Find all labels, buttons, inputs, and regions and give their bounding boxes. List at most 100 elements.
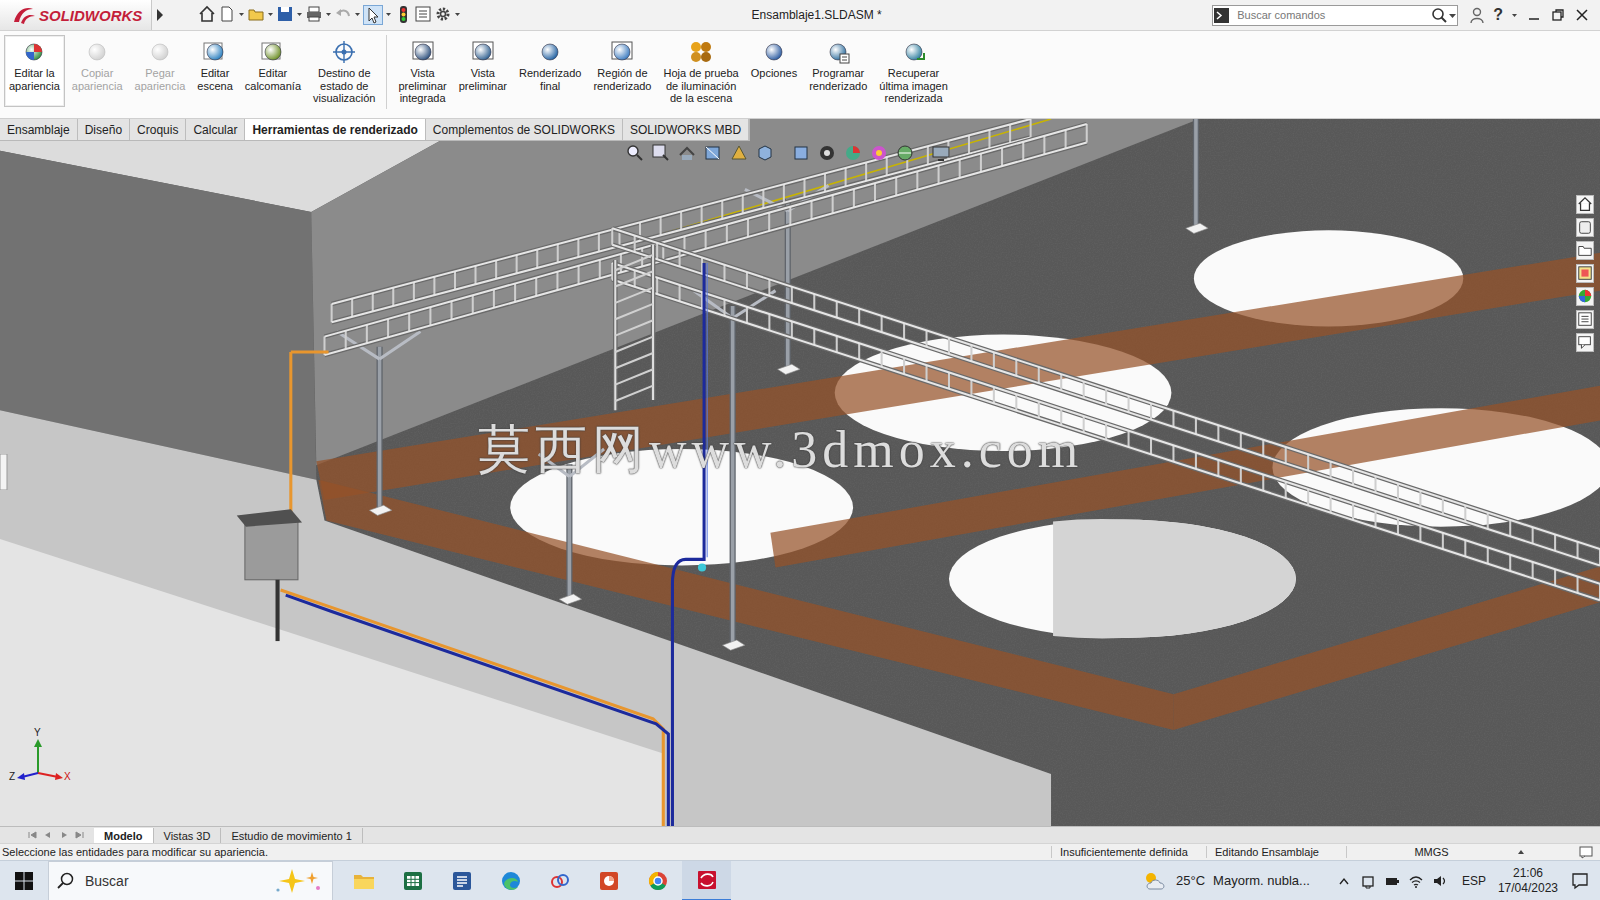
clock[interactable]: 21:0617/04/2023 — [1494, 866, 1562, 896]
user-icon[interactable] — [1469, 6, 1485, 24]
dropdown-icon[interactable] — [1448, 6, 1457, 24]
edit-appearance-icon[interactable] — [843, 143, 863, 163]
taskbar-search-input[interactable] — [85, 873, 264, 889]
ribbon-button[interactable]: Renderizadofinal — [514, 35, 586, 107]
dynamic-annotation-icon[interactable] — [729, 143, 749, 163]
previous-view-icon[interactable] — [677, 143, 697, 163]
search-input[interactable] — [1231, 9, 1430, 21]
taskbar-app[interactable] — [535, 861, 584, 900]
home-icon[interactable] — [198, 5, 216, 25]
weather-temperature[interactable]: 25°C — [1176, 873, 1205, 888]
view-orientation-icon[interactable] — [755, 143, 775, 163]
rebuild-icon[interactable] — [394, 5, 412, 25]
restore-icon[interactable] — [1550, 7, 1566, 23]
expand-menu-icon[interactable] — [155, 6, 165, 24]
hide-show-icon[interactable] — [817, 143, 837, 163]
taskbar-app[interactable] — [437, 861, 486, 900]
magnifier-icon[interactable] — [1430, 6, 1448, 24]
wifi-icon[interactable] — [1408, 873, 1424, 889]
model-tab[interactable]: Vistas 3D — [154, 828, 222, 843]
dropdown-icon[interactable] — [354, 5, 361, 25]
command-search[interactable] — [1212, 5, 1458, 26]
volume-icon[interactable] — [1432, 873, 1448, 889]
taskbar-app[interactable] — [486, 861, 535, 900]
tab-navigation-icon[interactable] — [26, 828, 88, 842]
minimize-icon[interactable] — [1526, 7, 1542, 23]
show-hidden-icons-icon[interactable] — [1336, 873, 1352, 889]
view-settings-icon[interactable] — [895, 143, 915, 163]
dropdown-icon[interactable] — [296, 5, 303, 25]
ribbon-button[interactable]: Pegarapariencia — [130, 35, 191, 107]
new-document-icon[interactable] — [218, 5, 236, 25]
panel-handle-icon[interactable] — [0, 454, 8, 490]
ribbon-button[interactable]: Destino deestado devisualización — [308, 35, 380, 109]
taskbar-app[interactable] — [633, 861, 682, 900]
status-field[interactable]: MMGS — [1346, 846, 1516, 858]
appearances-icon[interactable] — [1576, 287, 1594, 306]
ribbon-button[interactable]: Vistapreliminarintegrada — [393, 35, 451, 109]
zoom-fit-icon[interactable] — [625, 143, 645, 163]
display-style-icon[interactable] — [791, 143, 811, 163]
print-icon[interactable] — [305, 5, 323, 25]
weather-description[interactable]: Mayorm. nubla... — [1213, 873, 1310, 888]
command-tab[interactable]: Croquis — [130, 119, 186, 140]
apply-scene-icon[interactable] — [869, 143, 889, 163]
select-pointer-icon[interactable] — [363, 5, 383, 25]
ribbon-button[interactable]: Región derenderizado — [588, 35, 656, 107]
command-tab[interactable]: Calcular — [186, 119, 245, 140]
file-explorer-icon[interactable] — [1576, 241, 1594, 260]
help-button[interactable]: ? — [1493, 6, 1503, 24]
ribbon-button[interactable]: Programarrenderizado — [804, 35, 872, 107]
close-icon[interactable] — [1574, 7, 1590, 23]
ribbon-button[interactable]: Hoja de pruebade iluminaciónde la escena — [658, 35, 743, 109]
forum-icon[interactable] — [1576, 333, 1594, 352]
ribbon-button[interactable]: Copiarapariencia — [67, 35, 128, 107]
ribbon-button[interactable]: Editarescena — [192, 35, 237, 107]
taskbar-app[interactable] — [584, 861, 633, 900]
dropdown-icon[interactable] — [267, 5, 274, 25]
dropdown-icon[interactable] — [385, 5, 392, 25]
dropdown-icon[interactable] — [325, 5, 332, 25]
taskbar-search[interactable] — [48, 861, 333, 900]
notifications-icon[interactable] — [1570, 871, 1590, 891]
command-tab[interactable]: Diseño — [78, 119, 130, 140]
ribbon-button[interactable]: Editar laapariencia — [4, 35, 65, 107]
ribbon-button[interactable]: Opciones — [746, 35, 802, 107]
app-logo[interactable]: SOLIDWORKS — [0, 0, 152, 30]
ribbon-button[interactable]: Recuperarúltima imagenrenderizada — [874, 35, 952, 109]
undo-icon[interactable] — [334, 5, 352, 25]
custom-properties-icon[interactable] — [1576, 310, 1594, 329]
input-language[interactable]: ESP — [1462, 874, 1486, 888]
dropdown-icon[interactable] — [1511, 6, 1518, 24]
gear-icon[interactable] — [434, 5, 452, 25]
zoom-area-icon[interactable] — [651, 143, 671, 163]
taskbar-app[interactable] — [339, 861, 388, 900]
command-tab[interactable]: Complementos de SOLIDWORKS — [426, 119, 623, 140]
battery-icon[interactable] — [1384, 873, 1400, 889]
graphics-area[interactable]: EnsamblajeDiseñoCroquisCalcularHerramien… — [0, 119, 1600, 826]
home-icon[interactable] — [1576, 195, 1594, 214]
command-tab[interactable]: Herramientas de renderizado — [245, 119, 425, 140]
file-properties-icon[interactable] — [414, 5, 432, 25]
weather-icon[interactable] — [1142, 870, 1168, 892]
taskbar-app[interactable] — [388, 861, 437, 900]
model-tab[interactable]: Modelo — [94, 828, 154, 843]
units-menu-icon[interactable] — [1516, 845, 1526, 859]
save-icon[interactable] — [276, 5, 294, 25]
view-palette-icon[interactable] — [1576, 264, 1594, 283]
monitor-icon[interactable] — [931, 143, 951, 163]
design-library-icon[interactable] — [1576, 218, 1594, 237]
command-tab[interactable]: SOLIDWORKS MBD — [623, 119, 749, 140]
command-tab[interactable]: Ensamblaje — [0, 119, 78, 140]
taskbar-app[interactable] — [682, 861, 731, 900]
tooltip-icon[interactable] — [1578, 845, 1594, 859]
dropdown-icon[interactable] — [238, 5, 245, 25]
section-view-icon[interactable] — [703, 143, 723, 163]
open-folder-icon[interactable] — [247, 5, 265, 25]
start-button[interactable] — [0, 861, 48, 900]
model-tab[interactable]: Estudio de movimiento 1 — [221, 828, 362, 843]
ribbon-button[interactable]: Vistapreliminar — [454, 35, 512, 107]
ribbon-button[interactable]: Editarcalcomanía — [240, 35, 306, 107]
dropdown-icon[interactable] — [454, 5, 461, 25]
device-icon[interactable] — [1360, 873, 1376, 889]
